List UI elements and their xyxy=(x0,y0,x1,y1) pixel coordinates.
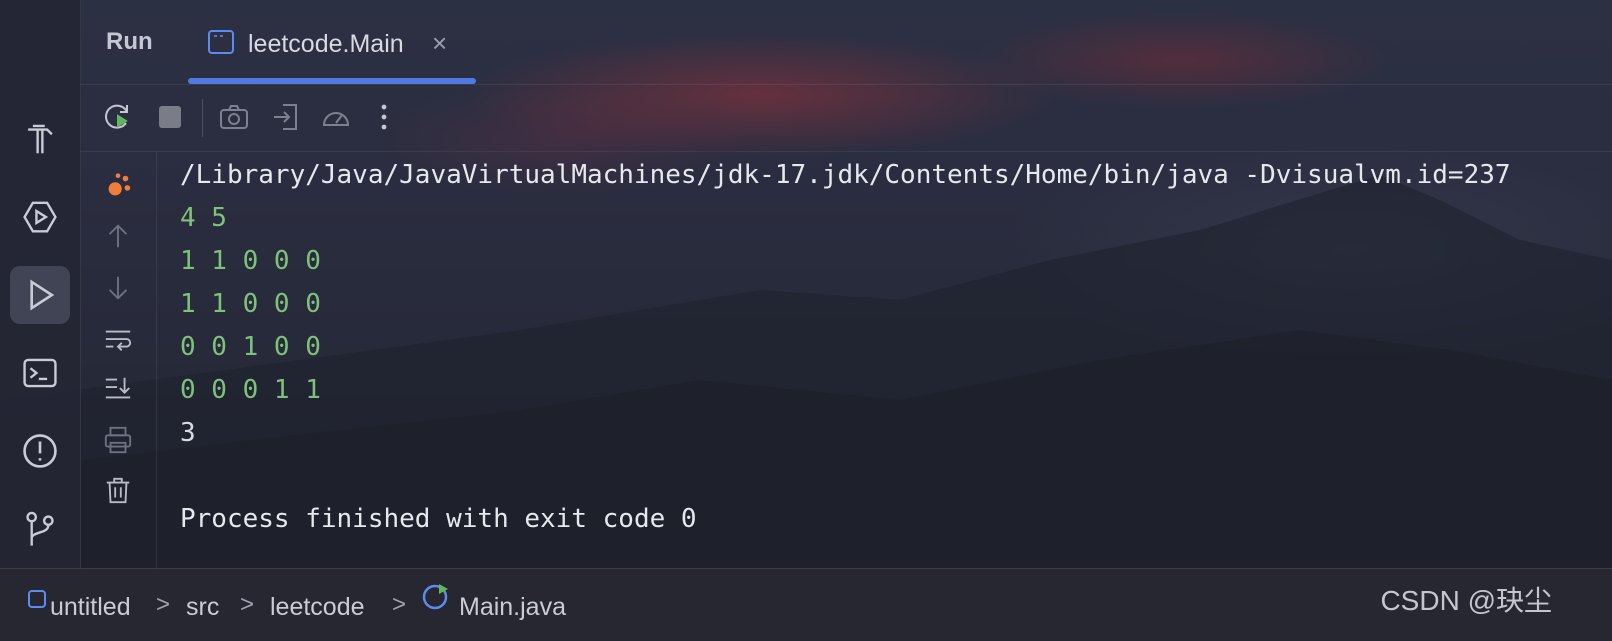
services-icon xyxy=(23,201,57,233)
watermark: CSDN @玦尘 xyxy=(1380,585,1552,616)
active-tab-indicator xyxy=(188,78,476,84)
console-gutter xyxy=(80,152,157,582)
git-button[interactable] xyxy=(10,500,70,558)
attach-button[interactable] xyxy=(268,99,304,135)
arrow-up-icon xyxy=(108,224,128,248)
more-button[interactable] xyxy=(366,99,402,135)
stop-button[interactable] xyxy=(152,99,188,135)
run-button[interactable] xyxy=(10,266,70,324)
console-line: 3 xyxy=(180,418,196,448)
more-vertical-icon xyxy=(381,104,387,130)
problems-icon xyxy=(23,434,57,468)
breadcrumb-leetcode[interactable]: leetcode xyxy=(270,593,365,622)
debug-button[interactable] xyxy=(100,168,136,204)
import-icon xyxy=(274,104,297,130)
console-line: 0 0 1 0 0 xyxy=(180,332,321,362)
debug-icon xyxy=(108,173,131,196)
window-icon xyxy=(208,30,234,54)
arrow-down-icon xyxy=(108,276,128,300)
console-line: 4 5 xyxy=(180,203,227,233)
console-line: Process finished with exit code 0 xyxy=(180,504,697,534)
scroll-up-button[interactable] xyxy=(100,218,136,254)
clear-all-button[interactable] xyxy=(100,472,136,508)
tool-window-strip xyxy=(0,0,81,582)
printer-icon xyxy=(104,426,132,454)
console-line: 1 1 0 0 0 xyxy=(180,246,321,276)
breadcrumb-untitled[interactable]: untitled xyxy=(50,593,131,622)
terminal-icon xyxy=(23,358,57,388)
screenshot-button[interactable] xyxy=(216,99,252,135)
hammer-icon xyxy=(28,124,53,154)
navigation-bar: untitled > src > leetcode > Main.java CS… xyxy=(0,568,1612,641)
console-line: 0 0 0 1 1 xyxy=(180,375,321,405)
tab-label: leetcode.Main xyxy=(248,30,404,58)
gauge-icon xyxy=(322,112,350,126)
panel-title: Run xyxy=(106,28,153,55)
close-icon[interactable]: × xyxy=(432,28,447,59)
build-button[interactable] xyxy=(10,110,70,168)
tab-leetcode-main[interactable]: leetcode.Main × xyxy=(188,16,470,80)
run-toolbar xyxy=(80,85,1612,152)
run-panel-header: Run leetcode.Main × xyxy=(80,0,1612,85)
problems-button[interactable] xyxy=(10,422,70,480)
java-class-icon xyxy=(422,584,448,610)
breadcrumb-separator: > xyxy=(392,591,407,618)
scroll-down-button[interactable] xyxy=(100,270,136,306)
git-icon xyxy=(26,511,54,546)
soft-wrap-button[interactable] xyxy=(100,322,136,358)
print-button[interactable] xyxy=(100,422,136,458)
rerun-icon xyxy=(105,104,128,129)
services-button[interactable] xyxy=(10,188,70,246)
rerun-button[interactable] xyxy=(100,99,136,135)
trash-icon xyxy=(106,477,130,504)
module-icon xyxy=(28,590,46,608)
run-icon xyxy=(30,279,55,311)
breadcrumb-separator: > xyxy=(156,591,171,618)
console-line: /Library/Java/JavaVirtualMachines/jdk-17… xyxy=(180,160,1511,190)
breadcrumb-separator: > xyxy=(240,591,255,618)
soft-wrap-icon xyxy=(105,330,132,351)
terminal-button[interactable] xyxy=(10,344,70,402)
console-output[interactable]: /Library/Java/JavaVirtualMachines/jdk-17… xyxy=(180,154,1612,574)
camera-icon xyxy=(220,105,248,129)
scroll-end-icon xyxy=(105,377,131,399)
toolbar-divider xyxy=(202,99,203,137)
breadcrumb-src[interactable]: src xyxy=(186,593,219,622)
breadcrumb-main-java[interactable]: Main.java xyxy=(459,593,566,622)
profiler-button[interactable] xyxy=(318,99,354,135)
console-line: 1 1 0 0 0 xyxy=(180,289,321,319)
scroll-to-end-button[interactable] xyxy=(100,370,136,406)
stop-icon xyxy=(159,106,181,128)
